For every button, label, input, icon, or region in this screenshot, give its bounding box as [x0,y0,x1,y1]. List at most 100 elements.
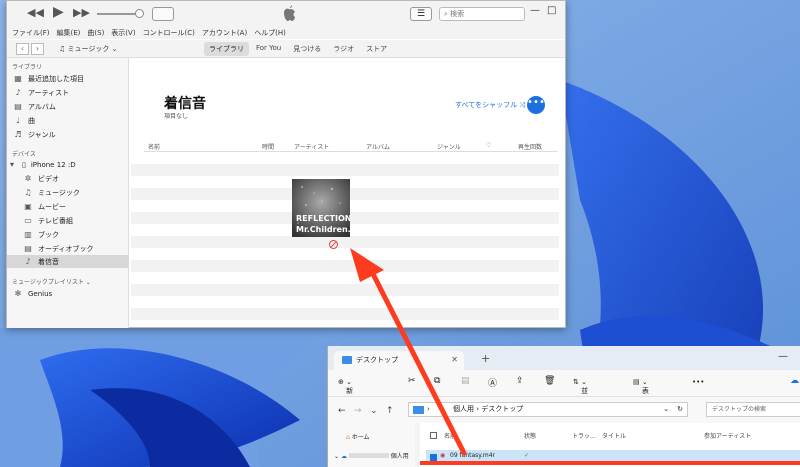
address-dropdown-icon[interactable]: ⌄ [663,403,669,416]
shuffle-all-button[interactable]: すべてをシャッフル ⤨ [455,100,525,110]
tab-for-you[interactable]: For You [251,42,286,56]
monitor-icon [413,406,424,414]
col-artist[interactable]: アーティスト [294,142,329,151]
tab-browse[interactable]: 見つける [288,42,326,56]
media-selector[interactable]: ♫ ミュージック ⌄ [59,44,117,54]
minimize-icon[interactable]: — [778,351,788,362]
file-name[interactable]: 09 fantasy.m4r [450,452,495,459]
explorer-addressbar: ← → ⌄ ↑ › 個人用 › デスクトップ ⌄ ↻ デスクトップの検索 [328,397,800,423]
more-options-button[interactable]: ••• [527,96,545,114]
playlists-section-title[interactable]: ミュージックプレイリスト ⌄ [12,277,91,286]
cut-icon[interactable]: ✂ [408,376,416,386]
close-tab-icon[interactable]: ✕ [451,351,458,369]
menu-file[interactable]: ファイル(F) [12,28,50,38]
sidebar-item-albums[interactable]: ▤ アルバム [7,100,129,113]
paste-icon[interactable]: ▤ [461,376,470,386]
phone-icon: ▯ [22,160,26,169]
col-contributing-artists[interactable]: 参加アーティスト [704,431,751,440]
table-row [131,308,559,320]
menu-view[interactable]: 表示(V) [111,28,135,38]
sidebar-item-genres[interactable]: ♬ ジャンル [7,128,129,141]
file-row[interactable]: ◉ 09 fantasy.m4r ✓ [426,450,800,463]
sidebar-item-recent[interactable]: ▦ 最近追加した項目 [7,72,129,85]
sort-button[interactable]: ⇅ 並べ替え ⌄ [573,378,588,425]
back-arrow-icon[interactable]: ← [338,406,346,416]
fast-forward-icon[interactable]: ▶▶ [73,6,90,19]
address-bar[interactable]: › 個人用 › デスクトップ ⌄ ↻ [408,402,688,417]
col-name[interactable]: 名前 [444,431,456,440]
row-checkbox[interactable] [430,452,437,461]
bell-icon: ♪ [25,257,31,266]
more-options-button[interactable]: ••• [692,378,704,386]
menu-help[interactable]: ヘルプ(H) [254,28,286,38]
rewind-icon[interactable]: ◀◀ [27,6,44,19]
sidebar-item-music[interactable]: ♫ ミュージック [7,186,129,199]
recent-locations-icon[interactable]: ⌄ [370,406,378,416]
device-iphone[interactable]: ▾ ▯ iPhone 12 :D [7,158,129,171]
view-button[interactable]: ▤ 表示 ⌄ [633,378,649,405]
airplay-button[interactable] [152,7,174,21]
refresh-icon[interactable]: ↻ [677,403,683,416]
sidebar-item-tv[interactable]: ▭ テレビ番組 [7,214,129,227]
maximize-icon[interactable]: □ [547,5,556,16]
explorer-search-input[interactable]: デスクトップの検索 [706,402,800,417]
explorer-tabbar: デスクトップ ✕ + — [328,346,800,370]
sidebar-item-onedrive[interactable]: ⌄ ☁ 個人用 [334,451,409,460]
menu-edit[interactable]: 編集(E) [57,28,81,38]
sidebar-item-movies[interactable]: ▣ ムービー [7,200,129,213]
volume-knob[interactable] [135,9,144,18]
sidebar-item-video[interactable]: ✲ ビデオ [7,172,129,185]
breadcrumb-desktop[interactable]: デスクトップ [481,405,523,413]
sidebar-item-ringtones[interactable]: ♪ 着信音 [7,255,129,268]
new-item-button[interactable]: ⊕ 新規作成 ⌄ [338,378,353,425]
up-arrow-icon[interactable]: ↑ [386,406,394,416]
sidebar-item-genius[interactable]: ✻ Genius [7,287,129,300]
col-name[interactable]: 名前 [148,142,160,151]
volume-slider[interactable] [97,13,139,15]
copy-icon[interactable]: ⧉ [434,376,440,386]
col-play-count[interactable]: 再生回数 [518,142,542,151]
col-track[interactable]: トラッ... [572,431,596,440]
delete-icon[interactable]: 🗑 [544,376,555,386]
forward-button[interactable]: › [31,43,44,55]
col-love[interactable]: ♡ [486,142,491,149]
menu-controls[interactable]: コントロール(C) [143,28,195,38]
header-checkbox[interactable] [430,431,437,440]
item-count: 項目なし [164,113,189,120]
dragged-album-art[interactable]: REFLECTION Mr.Children. [292,179,350,237]
list-view-button[interactable]: ☰ [410,7,432,21]
col-title[interactable]: タイトル [602,431,626,440]
tab-radio[interactable]: ラジオ [328,42,359,56]
minimize-icon[interactable]: — [530,5,540,16]
apple-logo-icon [284,5,295,21]
col-status[interactable]: 状態 [524,431,536,440]
disclosure-triangle-icon[interactable]: ▾ [7,160,17,169]
col-album[interactable]: アルバム [366,142,390,151]
explorer-tab-desktop[interactable]: デスクトップ ✕ [334,351,464,370]
rename-icon[interactable]: Ⓐ [488,376,497,389]
forward-arrow-icon[interactable]: → [354,406,362,416]
tv-icon: ▭ [24,216,32,225]
menu-song[interactable]: 曲(S) [87,28,104,38]
book-icon: ▥ [24,230,32,239]
tab-library[interactable]: ライブラリ [204,42,249,56]
sidebar-item-artists[interactable]: ♪ アーティスト [7,86,129,99]
tab-store[interactable]: ストア [361,42,392,56]
breadcrumb-user[interactable]: 個人用 [453,405,474,413]
file-list: 名前 状態 トラッ... タイトル 参加アーティスト ◉ 09 fantasy.… [420,423,800,467]
sidebar-item-songs[interactable]: ♩ 曲 [7,114,129,127]
sidebar-item-audiobooks[interactable]: ▤ オーディオブック [7,242,129,255]
sidebar-item-home[interactable]: ⌂ ホーム [346,432,370,441]
col-time[interactable]: 時間 [262,142,274,151]
col-genre[interactable]: ジャンル [437,142,461,151]
play-icon[interactable]: ▶ [53,4,64,20]
share-icon[interactable]: ⇪ [516,376,524,386]
menu-account[interactable]: アカウント(A) [202,28,247,38]
itunes-search-input[interactable]: ⌕ 検索 [439,7,525,21]
new-tab-button[interactable]: + [481,352,490,365]
sync-status-icon: ✓ [524,452,530,459]
onedrive-icon[interactable]: ☁ [790,376,799,386]
sidebar-item-books[interactable]: ▥ ブック [7,228,129,241]
shuffle-icon: ⤨ [519,101,525,109]
back-button[interactable]: ‹ [16,43,29,55]
